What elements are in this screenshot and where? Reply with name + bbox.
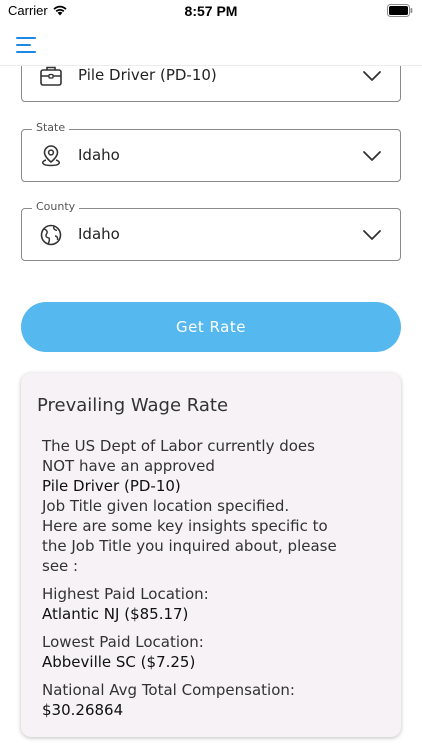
status-time: 8:57 PM [184, 3, 238, 19]
result-job-title: Pile Driver (PD-10) [42, 477, 181, 495]
briefcase-icon [40, 66, 62, 86]
get-rate-button[interactable]: Get Rate [21, 302, 401, 352]
result-text-line: Job Title given location specified. [42, 497, 290, 515]
job-title-dropdown[interactable]: Pile Driver (PD-10) [21, 66, 401, 102]
county-value: Idaho [78, 225, 120, 243]
state-label: State [32, 121, 70, 134]
card-title: Prevailing Wage Rate [37, 395, 229, 416]
job-title-value: Pile Driver (PD-10) [78, 66, 217, 84]
location-pin-icon [41, 145, 61, 167]
card-body: The US Dept of Labor currently does NOT … [42, 436, 387, 720]
state-value: Idaho [78, 146, 120, 164]
battery-icon [387, 4, 413, 17]
chevron-down-icon [363, 151, 381, 161]
main-content: Pile Driver (PD-10) State Idaho County I… [0, 66, 422, 750]
highest-paid-value: Atlantic NJ ($85.17) [42, 605, 189, 623]
county-label: County [32, 200, 80, 213]
lowest-paid-label: Lowest Paid Location: [42, 633, 204, 651]
chevron-down-icon [363, 71, 381, 81]
result-text-line: the Job Title you inquired about, please [42, 537, 337, 555]
top-app-bar [0, 24, 422, 66]
state-dropdown[interactable]: State Idaho [21, 121, 401, 182]
highest-paid-label: Highest Paid Location: [42, 585, 209, 603]
hamburger-menu-icon[interactable] [16, 36, 38, 54]
lowest-paid-value: Abbeville SC ($7.25) [42, 653, 196, 671]
status-bar: Carrier 8:57 PM [0, 0, 422, 24]
result-text-line: The US Dept of Labor currently does [42, 437, 315, 455]
chevron-down-icon [363, 230, 381, 240]
county-dropdown[interactable]: County Idaho [21, 200, 401, 261]
result-text-line: Here are some key insights specific to [42, 517, 328, 535]
result-text-line: NOT have an approved [42, 457, 215, 475]
globe-icon [40, 224, 62, 246]
result-text-line: see : [42, 557, 79, 575]
prevailing-wage-card: Prevailing Wage Rate The US Dept of Labo… [21, 373, 401, 737]
national-avg-label: National Avg Total Compensation: [42, 681, 295, 699]
national-avg-value: $30.26864 [42, 701, 124, 719]
